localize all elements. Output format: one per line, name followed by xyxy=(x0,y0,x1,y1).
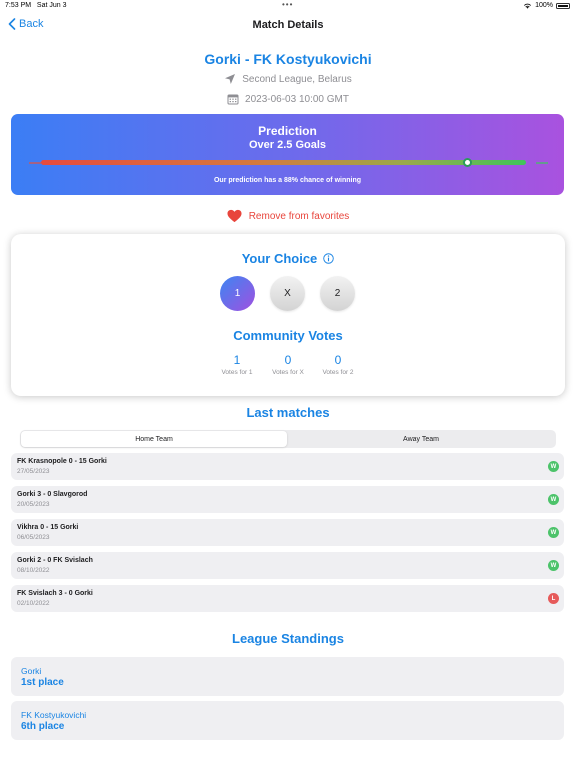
choice-draw-button[interactable]: X xyxy=(270,276,305,311)
standing-team: FK Kostyukovichi xyxy=(21,710,87,720)
match-row[interactable]: FK Svislach 3 - 0 Gorki 02/10/2022 L xyxy=(11,585,564,612)
match-row-date: 27/05/2023 xyxy=(17,468,50,475)
info-icon[interactable] xyxy=(323,253,335,264)
remove-favorite-button[interactable]: Remove from favorites xyxy=(0,209,576,223)
match-date-text: 2023-06-03 10:00 GMT xyxy=(245,93,349,105)
match-row-name: FK Krasnopole 0 - 15 Gorki xyxy=(17,458,107,465)
location-arrow-icon xyxy=(225,74,236,84)
prediction-track-end xyxy=(536,162,548,164)
match-row[interactable]: Gorki 3 - 0 Slavgorod 20/05/2023 W xyxy=(11,486,564,513)
calendar-icon xyxy=(227,94,239,105)
team-segmented-control: Home Team Away Team xyxy=(20,430,556,448)
match-row-date: 02/10/2022 xyxy=(17,600,50,607)
standing-card: FK Kostyukovichi 6th place xyxy=(11,701,564,740)
battery-icon xyxy=(556,2,570,9)
status-indicators: 100% xyxy=(523,2,570,9)
prediction-value: Over 2.5 Goals xyxy=(248,139,327,151)
status-bar: 7:53 PM Sat Jun 3 ••• 100% xyxy=(0,0,576,12)
match-row[interactable]: Gorki 2 - 0 FK Svislach 08/10/2022 W xyxy=(11,552,564,579)
league-name: Second League, Belarus xyxy=(242,73,352,85)
favorite-label: Remove from favorites xyxy=(248,210,350,222)
match-row-name: FK Svislach 3 - 0 Gorki xyxy=(17,590,93,597)
match-row-date: 20/05/2023 xyxy=(17,501,50,508)
match-datetime: 2023-06-03 10:00 GMT xyxy=(0,93,576,105)
your-choice-title: Your Choice xyxy=(241,251,318,266)
standing-team: Gorki xyxy=(21,666,42,676)
tab-away-team[interactable]: Away Team xyxy=(288,431,554,447)
prediction-progress-track xyxy=(41,160,526,165)
choice-card: Your Choice 1 X 2 Community Votes 1 Vote… xyxy=(11,234,565,396)
result-badge: W xyxy=(548,461,559,472)
result-badge: L xyxy=(548,593,559,604)
match-row[interactable]: Vikhra 0 - 15 Gorki 06/05/2023 W xyxy=(11,519,564,546)
prediction-track-start xyxy=(29,162,41,164)
choice-away-button[interactable]: 2 xyxy=(320,276,355,311)
tab-home-team[interactable]: Home Team xyxy=(21,431,287,447)
standing-place: 6th place xyxy=(21,721,65,732)
community-votes-title: Community Votes xyxy=(233,328,343,343)
standing-place: 1st place xyxy=(21,677,64,688)
result-badge: W xyxy=(548,527,559,538)
battery-percent: 100% xyxy=(535,2,553,9)
wifi-icon xyxy=(523,3,532,9)
prediction-card: Prediction Over 2.5 Goals Our prediction… xyxy=(11,114,564,195)
prediction-progress-thumb xyxy=(463,158,473,167)
prediction-title: Prediction xyxy=(258,124,317,138)
vote-away: 0 Votes for 2 xyxy=(308,353,368,376)
result-badge: W xyxy=(548,494,559,505)
standing-card: Gorki 1st place xyxy=(11,657,564,696)
match-row-date: 08/10/2022 xyxy=(17,567,50,574)
vote-count: 0 xyxy=(334,353,342,367)
choice-home-button[interactable]: 1 xyxy=(220,276,255,311)
match-row[interactable]: FK Krasnopole 0 - 15 Gorki 27/05/2023 W xyxy=(11,453,564,480)
multitasking-dots[interactable]: ••• xyxy=(282,0,293,9)
heart-icon xyxy=(227,209,242,223)
vote-label: Votes for 2 xyxy=(322,369,354,376)
result-badge: W xyxy=(548,560,559,571)
match-row-name: Gorki 2 - 0 FK Svislach xyxy=(17,557,93,564)
navigation-bar: Back Match Details xyxy=(0,14,576,36)
page-title: Match Details xyxy=(252,19,324,31)
prediction-note: Our prediction has a 88% chance of winni… xyxy=(213,177,362,184)
match-row-name: Vikhra 0 - 15 Gorki xyxy=(17,524,79,531)
your-choice-header: Your Choice xyxy=(11,251,565,266)
match-title: Gorki - FK Kostyukovichi xyxy=(204,51,372,67)
match-row-name: Gorki 3 - 0 Slavgorod xyxy=(17,491,88,498)
league-info: Second League, Belarus xyxy=(0,73,576,85)
status-time: 7:53 PM Sat Jun 3 xyxy=(5,2,67,9)
match-row-date: 06/05/2023 xyxy=(17,534,50,541)
league-standings-title: League Standings xyxy=(232,631,344,646)
last-matches-title: Last matches xyxy=(246,405,330,420)
